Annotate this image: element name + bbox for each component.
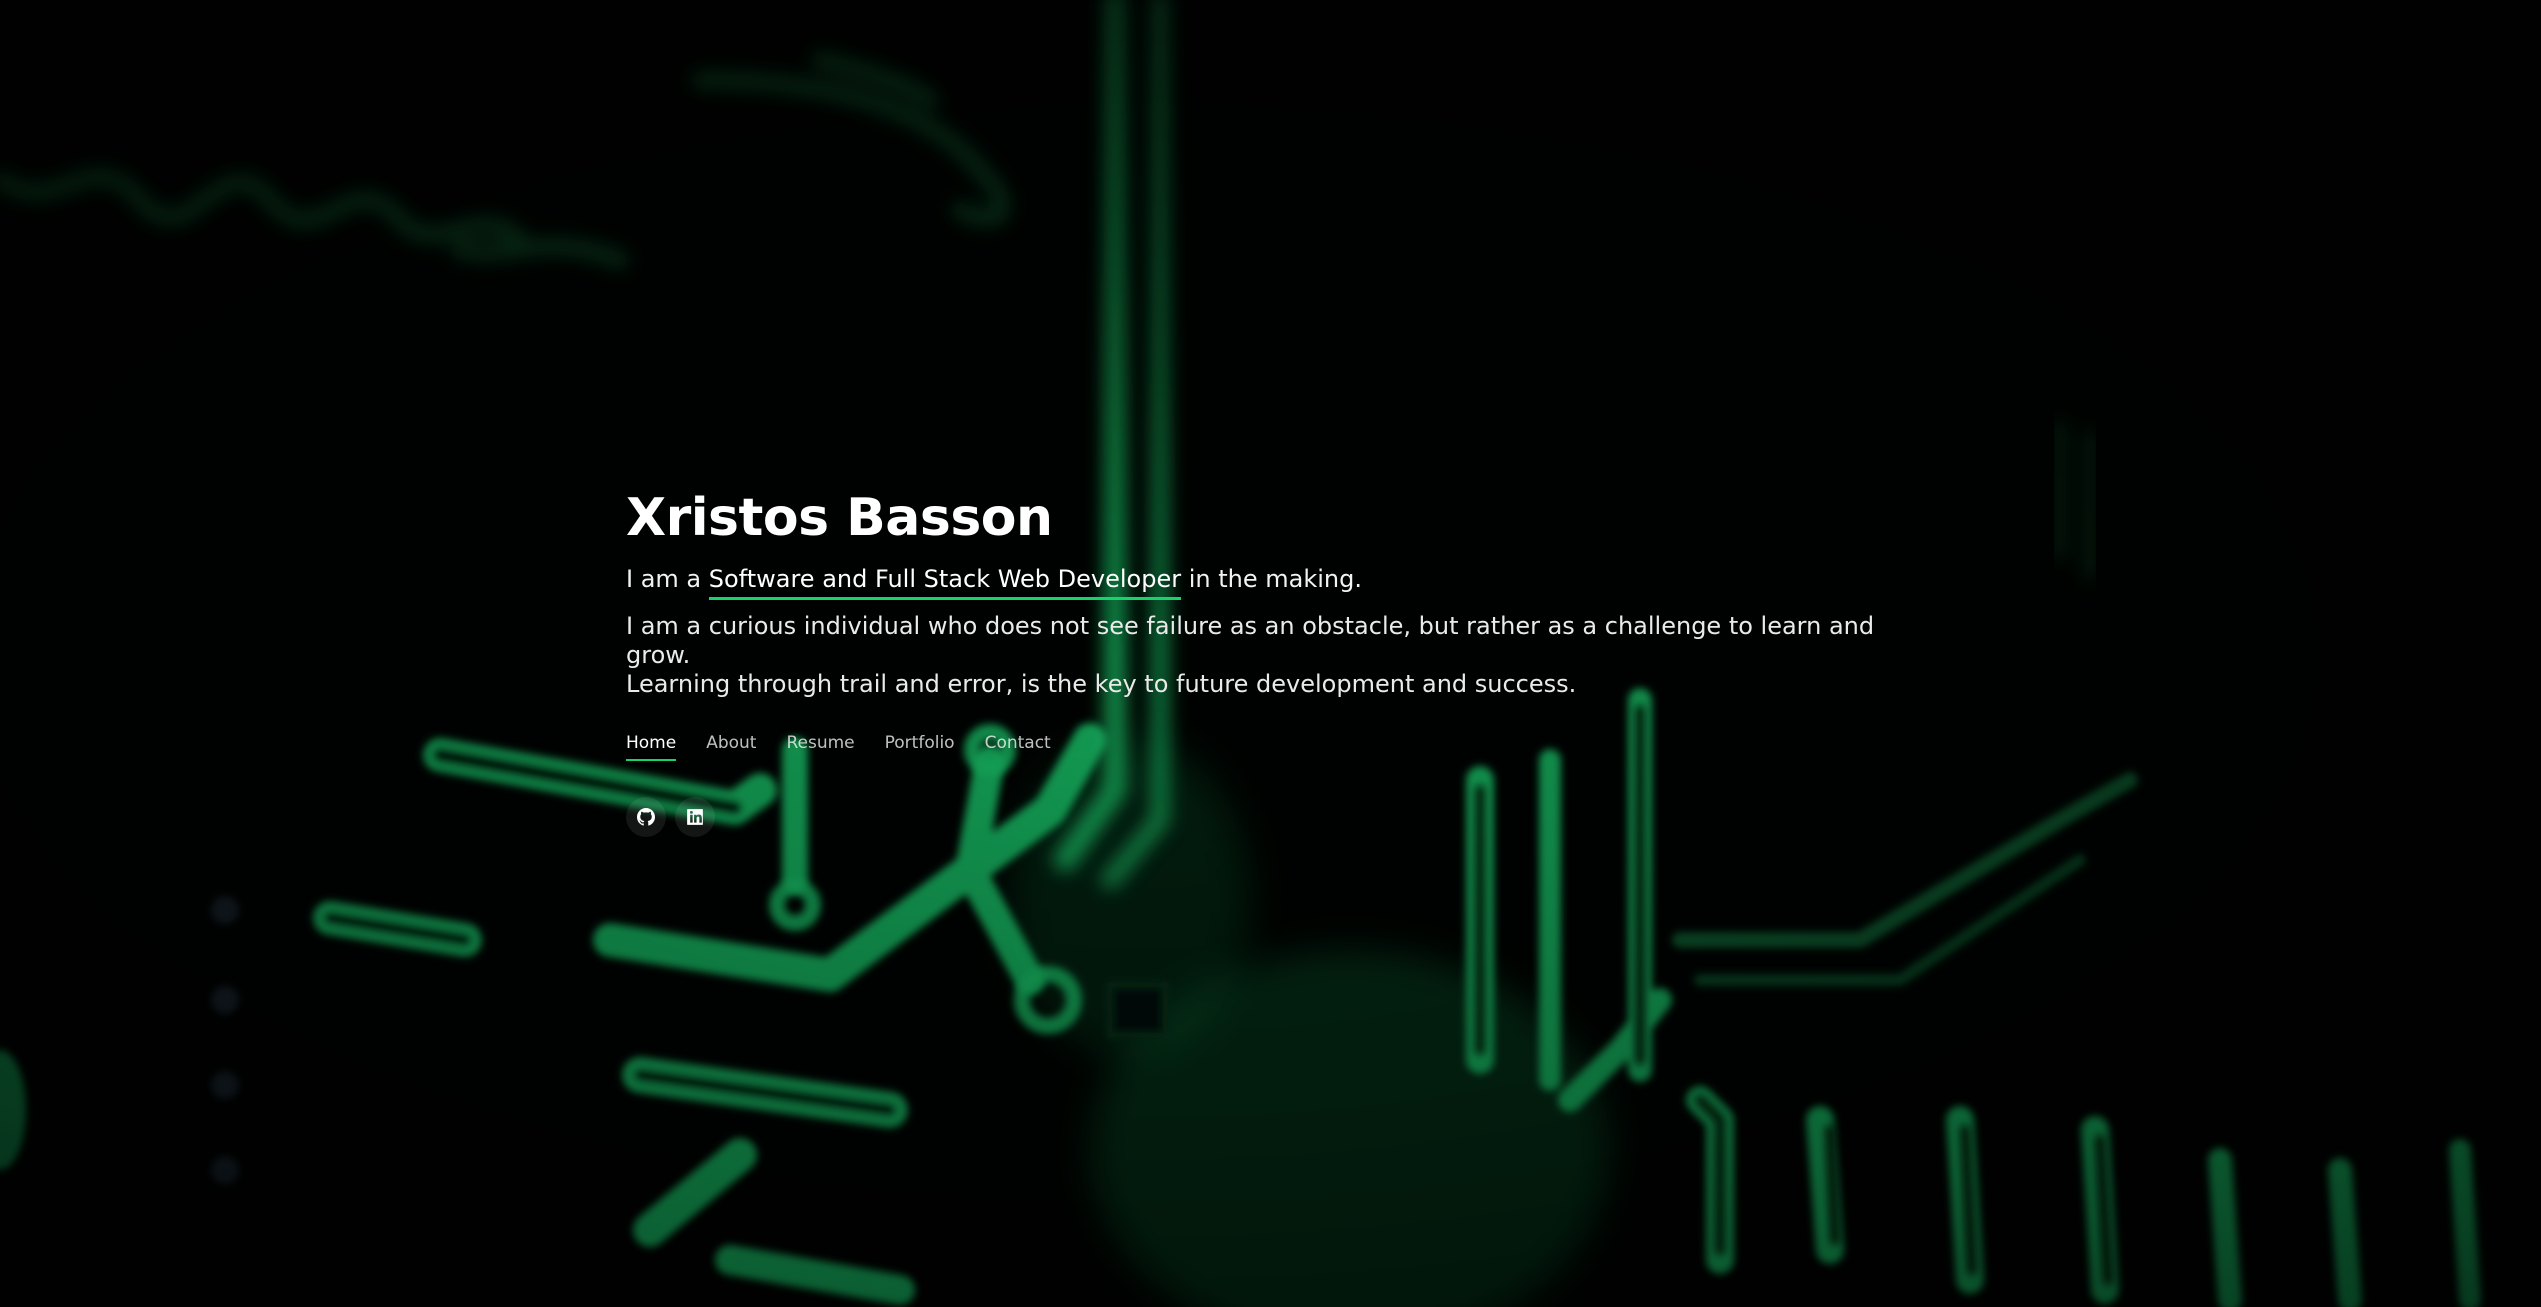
tagline-suffix: in the making.	[1181, 565, 1362, 593]
tagline-prefix: I am a	[626, 565, 709, 593]
hero-bio: I am a curious individual who does not s…	[626, 612, 1906, 699]
bio-line-1: I am a curious individual who does not s…	[626, 612, 1875, 669]
social-links	[626, 797, 1926, 837]
hero-name: Xristos Basson	[626, 488, 1053, 548]
nav-item-resume[interactable]: Resume	[786, 733, 854, 761]
hero-section: Xristos Basson I am a Software and Full …	[626, 486, 1926, 837]
hero-tagline: I am a Software and Full Stack Web Devel…	[626, 564, 1926, 600]
linkedin-link[interactable]	[675, 797, 715, 837]
tagline-role: Software and Full Stack Web Developer	[708, 565, 1182, 600]
github-link[interactable]	[626, 797, 666, 837]
github-icon	[637, 808, 655, 826]
main-nav: Home About Resume Portfolio Contact	[626, 733, 1926, 761]
linkedin-icon	[687, 809, 703, 825]
nav-item-home[interactable]: Home	[626, 733, 677, 761]
nav-item-about[interactable]: About	[706, 733, 756, 761]
nav-item-contact[interactable]: Contact	[985, 733, 1051, 761]
nav-item-portfolio[interactable]: Portfolio	[885, 733, 955, 761]
bio-line-2: Learning through trail and error, is the…	[626, 670, 1577, 698]
